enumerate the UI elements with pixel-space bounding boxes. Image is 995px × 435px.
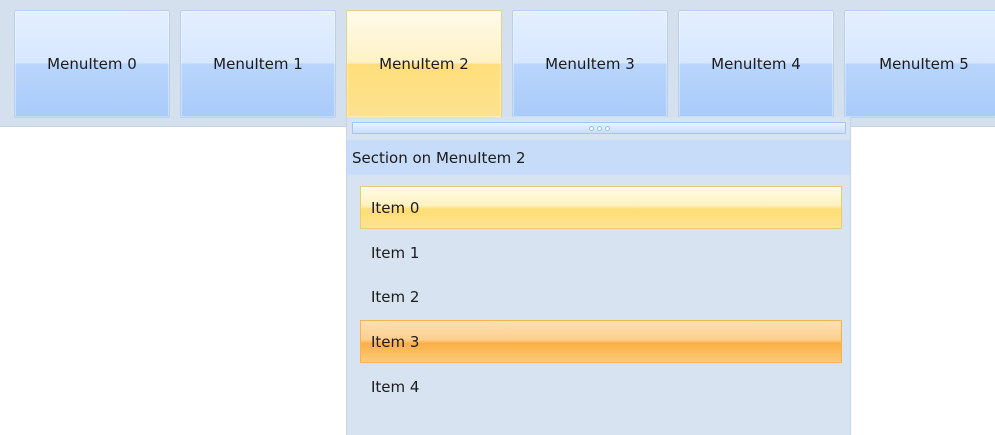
dropdown-item-3[interactable]: Item 3 bbox=[360, 320, 842, 363]
dropdown-item-label: Item 1 bbox=[371, 243, 420, 262]
menu-item-1[interactable]: MenuItem 1 bbox=[180, 10, 336, 118]
dropdown-item-4[interactable]: Item 4 bbox=[360, 365, 842, 408]
dropdown-item-label: Item 3 bbox=[371, 332, 420, 351]
menu-item-5[interactable]: MenuItem 5 bbox=[844, 10, 995, 118]
section-header-label: Section on MenuItem 2 bbox=[352, 148, 526, 167]
grip-dot bbox=[604, 125, 610, 131]
menu-bar: MenuItem 0 MenuItem 1 MenuItem 2 MenuIte… bbox=[0, 0, 995, 127]
dropdown-item-1[interactable]: Item 1 bbox=[360, 231, 842, 274]
dropdown-item-label: Item 0 bbox=[371, 198, 420, 217]
menu-item-0[interactable]: MenuItem 0 bbox=[14, 10, 170, 118]
dropdown-item-0[interactable]: Item 0 bbox=[360, 186, 842, 229]
resize-grip-icon[interactable] bbox=[352, 122, 846, 134]
menu-item-3[interactable]: MenuItem 3 bbox=[512, 10, 668, 118]
dropdown-item-2[interactable]: Item 2 bbox=[360, 275, 842, 318]
menu-item-label: MenuItem 2 bbox=[379, 55, 469, 73]
grip-dot bbox=[596, 125, 602, 131]
menu-item-label: MenuItem 5 bbox=[879, 55, 969, 73]
menu-item-label: MenuItem 4 bbox=[711, 55, 801, 73]
section-header: Section on MenuItem 2 bbox=[347, 140, 850, 175]
dropdown-item-label: Item 2 bbox=[371, 287, 420, 306]
menu-item-2[interactable]: MenuItem 2 bbox=[346, 10, 502, 118]
grip-dot bbox=[588, 125, 594, 131]
dropdown-item-label: Item 4 bbox=[371, 377, 420, 396]
menu-item-label: MenuItem 1 bbox=[213, 55, 303, 73]
menu-item-label: MenuItem 3 bbox=[545, 55, 635, 73]
menu-item-4[interactable]: MenuItem 4 bbox=[678, 10, 834, 118]
menu-item-label: MenuItem 0 bbox=[47, 55, 137, 73]
dropdown-panel: Section on MenuItem 2 Item 0 Item 1 Item… bbox=[346, 117, 851, 435]
